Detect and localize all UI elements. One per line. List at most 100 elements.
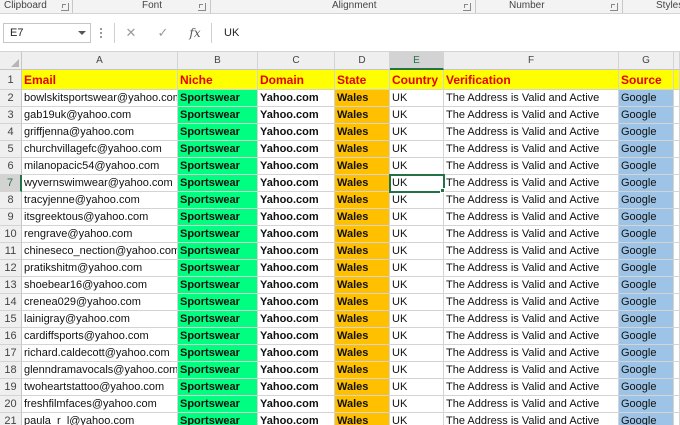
source-cell[interactable]: Google xyxy=(619,90,674,107)
row-number[interactable]: 21 xyxy=(0,413,22,425)
source-cell[interactable]: Google xyxy=(619,107,674,124)
domain-cell[interactable]: Yahoo.com xyxy=(258,413,335,425)
row-number[interactable]: 6 xyxy=(0,158,22,175)
empty-cell[interactable] xyxy=(674,107,680,124)
verification-cell[interactable]: The Address is Valid and Active xyxy=(444,243,619,260)
country-cell[interactable]: UK xyxy=(390,226,444,243)
empty-cell[interactable] xyxy=(674,226,680,243)
row-number[interactable]: 19 xyxy=(0,379,22,396)
niche-cell[interactable]: Sportswear xyxy=(178,243,258,260)
header-cell-verification[interactable]: Verification xyxy=(444,70,619,90)
source-cell[interactable]: Google xyxy=(619,311,674,328)
row-number[interactable]: 12 xyxy=(0,260,22,277)
column-header-next[interactable] xyxy=(674,52,680,70)
formula-bar-grip-icon[interactable] xyxy=(100,26,104,40)
state-cell[interactable]: Wales xyxy=(335,311,390,328)
state-cell[interactable]: Wales xyxy=(335,243,390,260)
formula-input[interactable]: UK xyxy=(218,23,680,43)
source-cell[interactable]: Google xyxy=(619,124,674,141)
niche-cell[interactable]: Sportswear xyxy=(178,209,258,226)
country-cell[interactable]: UK xyxy=(390,209,444,226)
verification-cell[interactable]: The Address is Valid and Active xyxy=(444,107,619,124)
domain-cell[interactable]: Yahoo.com xyxy=(258,175,335,192)
niche-cell[interactable]: Sportswear xyxy=(178,396,258,413)
header-cell-country[interactable]: Country xyxy=(390,70,444,90)
source-cell[interactable]: Google xyxy=(619,260,674,277)
source-cell[interactable]: Google xyxy=(619,362,674,379)
niche-cell[interactable]: Sportswear xyxy=(178,260,258,277)
country-cell[interactable]: UK xyxy=(390,396,444,413)
empty-cell[interactable] xyxy=(674,328,680,345)
country-cell[interactable]: UK xyxy=(390,328,444,345)
source-cell[interactable]: Google xyxy=(619,294,674,311)
insert-function-icon[interactable]: fx xyxy=(184,24,206,42)
column-header-c[interactable]: C xyxy=(258,52,335,70)
niche-cell[interactable]: Sportswear xyxy=(178,175,258,192)
verification-cell[interactable]: The Address is Valid and Active xyxy=(444,277,619,294)
domain-cell[interactable]: Yahoo.com xyxy=(258,277,335,294)
niche-cell[interactable]: Sportswear xyxy=(178,107,258,124)
email-cell[interactable]: tracyjenne@yahoo.com xyxy=(22,192,178,209)
country-cell[interactable]: UK xyxy=(390,107,444,124)
row-number[interactable]: 2 xyxy=(0,90,22,107)
niche-cell[interactable]: Sportswear xyxy=(178,345,258,362)
alignment-launcher-icon[interactable] xyxy=(463,3,471,11)
empty-cell[interactable] xyxy=(674,413,680,425)
cancel-icon[interactable]: ✕ xyxy=(120,24,142,42)
verification-cell[interactable]: The Address is Valid and Active xyxy=(444,192,619,209)
column-header-b[interactable]: B xyxy=(178,52,258,70)
domain-cell[interactable]: Yahoo.com xyxy=(258,379,335,396)
domain-cell[interactable]: Yahoo.com xyxy=(258,396,335,413)
source-cell[interactable]: Google xyxy=(619,277,674,294)
row-number[interactable]: 5 xyxy=(0,141,22,158)
empty-cell[interactable] xyxy=(674,294,680,311)
niche-cell[interactable]: Sportswear xyxy=(178,362,258,379)
domain-cell[interactable]: Yahoo.com xyxy=(258,345,335,362)
domain-cell[interactable]: Yahoo.com xyxy=(258,243,335,260)
font-launcher-icon[interactable] xyxy=(198,3,206,11)
domain-cell[interactable]: Yahoo.com xyxy=(258,158,335,175)
email-cell[interactable]: itsgreektous@yahoo.com xyxy=(22,209,178,226)
verification-cell[interactable]: The Address is Valid and Active xyxy=(444,90,619,107)
domain-cell[interactable]: Yahoo.com xyxy=(258,90,335,107)
email-cell[interactable]: rengrave@yahoo.com xyxy=(22,226,178,243)
state-cell[interactable]: Wales xyxy=(335,362,390,379)
niche-cell[interactable]: Sportswear xyxy=(178,141,258,158)
row-number[interactable]: 10 xyxy=(0,226,22,243)
name-box-dropdown-icon[interactable] xyxy=(78,31,86,35)
verification-cell[interactable]: The Address is Valid and Active xyxy=(444,379,619,396)
empty-cell[interactable] xyxy=(674,141,680,158)
empty-cell[interactable] xyxy=(674,209,680,226)
niche-cell[interactable]: Sportswear xyxy=(178,311,258,328)
email-cell[interactable]: pratikshitm@yahoo.com xyxy=(22,260,178,277)
country-cell[interactable]: UK xyxy=(390,243,444,260)
source-cell[interactable]: Google xyxy=(619,413,674,425)
niche-cell[interactable]: Sportswear xyxy=(178,158,258,175)
empty-cell[interactable] xyxy=(674,192,680,209)
source-cell[interactable]: Google xyxy=(619,379,674,396)
state-cell[interactable]: Wales xyxy=(335,141,390,158)
verification-cell[interactable]: The Address is Valid and Active xyxy=(444,362,619,379)
country-cell[interactable]: UK xyxy=(390,158,444,175)
empty-cell[interactable] xyxy=(674,362,680,379)
domain-cell[interactable]: Yahoo.com xyxy=(258,107,335,124)
email-cell[interactable]: milanopacic54@yahoo.com xyxy=(22,158,178,175)
country-cell[interactable]: UK xyxy=(390,260,444,277)
domain-cell[interactable]: Yahoo.com xyxy=(258,192,335,209)
verification-cell[interactable]: The Address is Valid and Active xyxy=(444,260,619,277)
niche-cell[interactable]: Sportswear xyxy=(178,226,258,243)
source-cell[interactable]: Google xyxy=(619,192,674,209)
country-cell[interactable]: UK xyxy=(390,90,444,107)
row-number[interactable]: 4 xyxy=(0,124,22,141)
country-cell[interactable]: UK xyxy=(390,277,444,294)
verification-cell[interactable]: The Address is Valid and Active xyxy=(444,226,619,243)
verification-cell[interactable]: The Address is Valid and Active xyxy=(444,345,619,362)
state-cell[interactable]: Wales xyxy=(335,277,390,294)
verification-cell[interactable]: The Address is Valid and Active xyxy=(444,158,619,175)
row-number[interactable]: 14 xyxy=(0,294,22,311)
row-number[interactable]: 3 xyxy=(0,107,22,124)
empty-cell[interactable] xyxy=(674,396,680,413)
domain-cell[interactable]: Yahoo.com xyxy=(258,294,335,311)
email-cell[interactable]: bowlskitsportswear@yahoo.com xyxy=(22,90,178,107)
row-number[interactable]: 16 xyxy=(0,328,22,345)
